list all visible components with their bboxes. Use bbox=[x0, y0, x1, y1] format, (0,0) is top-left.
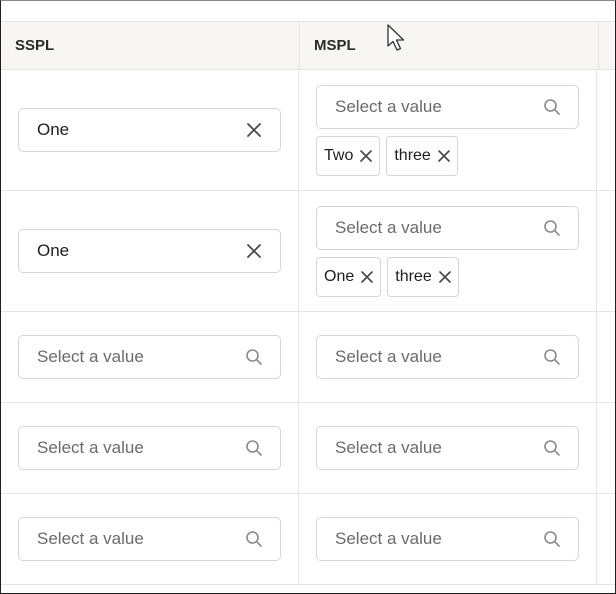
mspl-cell: Select a value Two three bbox=[299, 70, 597, 190]
mspl-select[interactable]: Select a value bbox=[316, 84, 579, 129]
sspl-selected-value: One bbox=[37, 120, 70, 139]
mspl-cell: Select a value bbox=[299, 312, 597, 402]
table-row: One Select a value One three bbox=[1, 191, 615, 312]
mouse-pointer-icon bbox=[386, 23, 408, 53]
mspl-placeholder: Select a value bbox=[335, 96, 442, 116]
sspl-cell: Select a value bbox=[1, 312, 299, 402]
sspl-select[interactable]: One bbox=[18, 108, 281, 152]
column-header-sspl[interactable]: SSPL bbox=[1, 22, 300, 69]
top-strip bbox=[1, 1, 615, 21]
table-row: Select a value Select a value bbox=[1, 403, 615, 494]
selected-chips: One three bbox=[316, 256, 579, 297]
chip-three: three bbox=[387, 256, 459, 297]
data-grid: SSPL MSPL One Select a value Two three O… bbox=[1, 21, 615, 585]
sspl-placeholder: Select a value bbox=[37, 529, 144, 548]
search-icon bbox=[543, 219, 561, 237]
sspl-select[interactable]: Select a value bbox=[18, 335, 281, 379]
chip-label: three bbox=[395, 267, 432, 285]
column-header-empty bbox=[599, 22, 615, 69]
empty-cell bbox=[597, 312, 615, 402]
column-header-label: MSPL bbox=[314, 37, 356, 54]
sspl-select[interactable]: One bbox=[18, 229, 281, 273]
search-icon bbox=[245, 530, 263, 548]
chip-three: three bbox=[386, 135, 458, 176]
mspl-placeholder: Select a value bbox=[335, 217, 442, 237]
empty-cell bbox=[597, 70, 615, 190]
mspl-cell: Select a value bbox=[299, 494, 597, 584]
mspl-placeholder: Select a value bbox=[335, 347, 442, 366]
mspl-select[interactable]: Select a value bbox=[316, 335, 579, 379]
sspl-cell: One bbox=[1, 191, 299, 311]
sspl-select[interactable]: Select a value bbox=[18, 426, 281, 470]
close-icon[interactable] bbox=[438, 270, 452, 284]
mspl-select[interactable]: Select a value bbox=[316, 517, 579, 561]
table-row: One Select a value Two three bbox=[1, 70, 615, 191]
chip-one: One bbox=[316, 256, 382, 297]
mspl-cell: Select a value One three bbox=[299, 191, 597, 311]
close-icon[interactable] bbox=[360, 270, 374, 284]
header-row: SSPL MSPL bbox=[1, 21, 615, 70]
sspl-placeholder: Select a value bbox=[37, 438, 144, 457]
search-icon bbox=[245, 348, 263, 366]
mspl-cell: Select a value bbox=[299, 403, 597, 493]
table-frame: SSPL MSPL One Select a value Two three O… bbox=[0, 0, 616, 594]
chip-label: Two bbox=[324, 146, 354, 164]
selected-chips: Two three bbox=[316, 135, 579, 176]
search-icon bbox=[245, 439, 263, 457]
empty-cell bbox=[597, 191, 615, 311]
close-icon[interactable] bbox=[245, 242, 263, 260]
search-icon bbox=[543, 348, 561, 366]
search-icon bbox=[543, 439, 561, 457]
empty-cell bbox=[597, 403, 615, 493]
empty-cell bbox=[597, 494, 615, 584]
sspl-cell: Select a value bbox=[1, 403, 299, 493]
table-row: Select a value Select a value bbox=[1, 312, 615, 403]
sspl-placeholder: Select a value bbox=[37, 347, 144, 366]
close-icon[interactable] bbox=[437, 149, 451, 163]
mspl-select[interactable]: Select a value bbox=[316, 205, 579, 250]
sspl-select[interactable]: Select a value bbox=[18, 517, 281, 561]
chip-label: three bbox=[394, 146, 431, 164]
close-icon[interactable] bbox=[359, 149, 373, 163]
mspl-select[interactable]: Select a value bbox=[316, 426, 579, 470]
close-icon[interactable] bbox=[245, 121, 263, 139]
chip-label: One bbox=[324, 267, 355, 285]
table-row: Select a value Select a value bbox=[1, 494, 615, 585]
search-icon bbox=[543, 530, 561, 548]
mspl-placeholder: Select a value bbox=[335, 438, 442, 457]
column-header-mspl[interactable]: MSPL bbox=[300, 22, 599, 69]
chip-two: Two bbox=[316, 135, 381, 176]
mspl-placeholder: Select a value bbox=[335, 529, 442, 548]
sspl-cell: Select a value bbox=[1, 494, 299, 584]
sspl-cell: One bbox=[1, 70, 299, 190]
column-header-label: SSPL bbox=[15, 37, 55, 54]
sspl-selected-value: One bbox=[37, 241, 70, 260]
search-icon bbox=[543, 98, 561, 116]
